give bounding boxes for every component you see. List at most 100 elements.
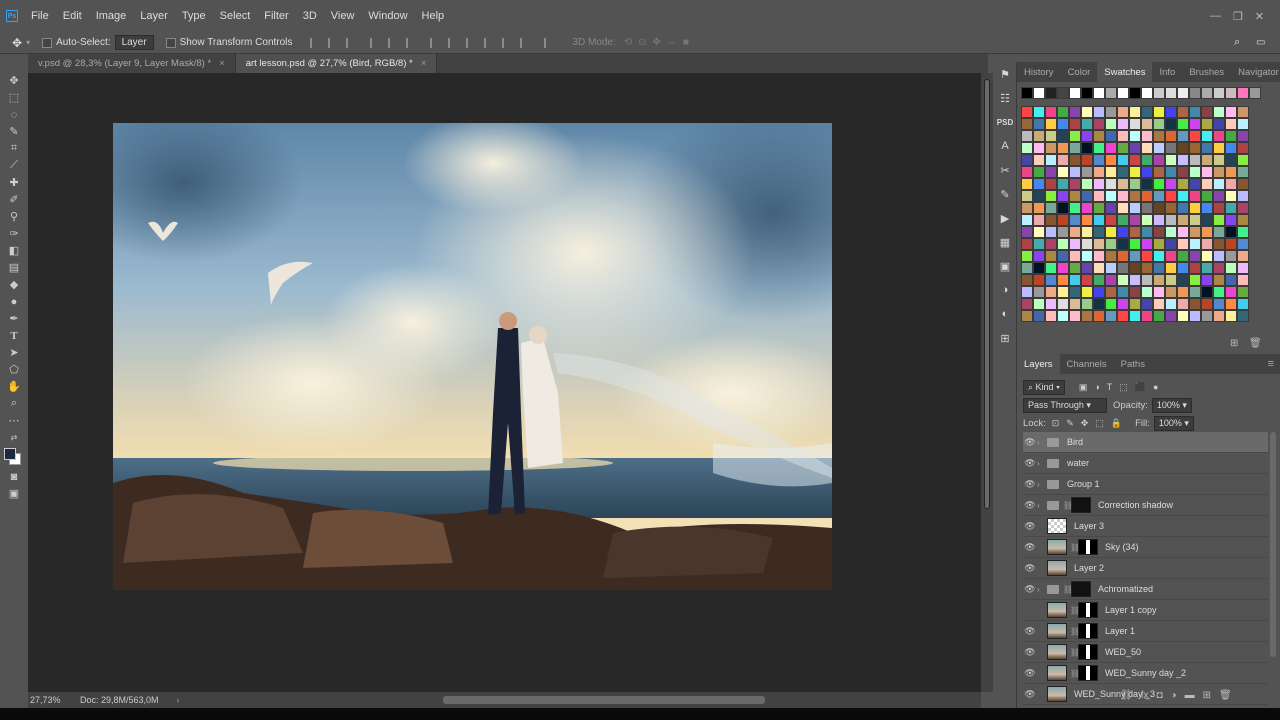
auto-select-option[interactable]: Auto-Select: (42, 37, 111, 48)
menu-3d[interactable]: 3D (296, 10, 324, 22)
foreground-color-swatch[interactable] (4, 448, 16, 460)
color-swatch[interactable] (1237, 130, 1249, 142)
layer-row[interactable]: 👁 ⛓ Layer 1 (1023, 621, 1268, 642)
color-swatch[interactable] (1141, 250, 1153, 262)
color-swatch[interactable] (1069, 286, 1081, 298)
color-swatch[interactable] (1165, 202, 1177, 214)
color-swatch[interactable] (1105, 202, 1117, 214)
adjustments-icon[interactable]: ◑ (993, 278, 1017, 302)
styles-icon[interactable]: ◐ (993, 302, 1017, 326)
recent-swatch[interactable] (1141, 87, 1153, 99)
color-swatch[interactable] (1153, 202, 1165, 214)
color-swatch[interactable] (1177, 310, 1189, 322)
color-swatch[interactable] (1153, 214, 1165, 226)
color-swatch[interactable] (1093, 214, 1105, 226)
color-swatch[interactable] (1069, 238, 1081, 250)
color-swatch[interactable] (1165, 178, 1177, 190)
color-swatch[interactable] (1033, 166, 1045, 178)
color-swatch[interactable] (1153, 310, 1165, 322)
color-swatch[interactable] (1225, 190, 1237, 202)
color-swatch[interactable] (1141, 178, 1153, 190)
color-swatch[interactable] (1165, 214, 1177, 226)
color-swatch[interactable] (1213, 238, 1225, 250)
color-swatch[interactable] (1225, 106, 1237, 118)
color-swatch[interactable] (1213, 262, 1225, 274)
color-swatch[interactable] (1165, 106, 1177, 118)
color-swatch[interactable] (1165, 166, 1177, 178)
color-swatch[interactable] (1093, 154, 1105, 166)
color-swatch[interactable] (1129, 166, 1141, 178)
color-swatch[interactable] (1117, 142, 1129, 154)
color-swatch[interactable] (1189, 154, 1201, 166)
layer-row[interactable]: 👁 Layer 3 (1023, 516, 1268, 537)
layer-visibility-eye-icon[interactable]: 👁 (1023, 479, 1037, 490)
eraser-tool-icon[interactable]: ◧ (0, 242, 28, 259)
layer-visibility-eye-icon[interactable]: 👁 (1023, 689, 1037, 700)
color-swatch[interactable] (1105, 238, 1117, 250)
move-tool-icon[interactable]: ✥ (12, 36, 22, 50)
color-swatch[interactable] (1225, 130, 1237, 142)
color-swatch[interactable] (1153, 118, 1165, 130)
color-swatch[interactable] (1021, 250, 1033, 262)
color-swatch[interactable] (1045, 262, 1057, 274)
color-swatch[interactable] (1033, 118, 1045, 130)
color-swatch[interactable] (1045, 250, 1057, 262)
color-swatch[interactable] (1069, 154, 1081, 166)
recent-swatch[interactable] (1153, 87, 1165, 99)
color-swatch[interactable] (1189, 262, 1201, 274)
color-swatch[interactable] (1105, 310, 1117, 322)
color-swatch[interactable] (1117, 118, 1129, 130)
color-swatch[interactable] (1225, 214, 1237, 226)
color-swatch[interactable] (1045, 178, 1057, 190)
group-expand-arrow-icon[interactable]: › (1037, 480, 1047, 489)
color-swatch[interactable] (1117, 262, 1129, 274)
color-swatch[interactable] (1057, 190, 1069, 202)
color-swatch[interactable] (1213, 274, 1225, 286)
color-swatch[interactable] (1177, 142, 1189, 154)
color-swatch[interactable] (1069, 202, 1081, 214)
document-image[interactable] (113, 123, 832, 590)
distribute-vcenter-icon[interactable] (448, 37, 458, 48)
layer-row[interactable]: 👁 Layer 2 (1023, 558, 1268, 579)
layer-filter-icons[interactable]: ▣◑T⬚⬛● (1079, 382, 1166, 393)
color-swatch[interactable] (1057, 130, 1069, 142)
color-swatch[interactable] (1213, 178, 1225, 190)
color-swatch[interactable] (1129, 118, 1141, 130)
color-swatch[interactable] (1057, 310, 1069, 322)
color-swatch[interactable] (1045, 130, 1057, 142)
restore-icon[interactable]: ❐ (1233, 10, 1243, 23)
color-swatch[interactable] (1165, 274, 1177, 286)
layer-mask-thumbnail[interactable] (1078, 644, 1098, 660)
color-swatch[interactable] (1129, 214, 1141, 226)
color-swatch[interactable] (1057, 298, 1069, 310)
layer-visibility-eye-icon[interactable]: 👁 (1023, 626, 1037, 637)
history-brush-tool-icon[interactable]: ✑ (0, 225, 28, 242)
layer-visibility-eye-icon[interactable]: 👁 (1023, 458, 1037, 469)
color-swatch[interactable] (1129, 286, 1141, 298)
color-swatch[interactable] (1225, 274, 1237, 286)
color-swatch[interactable] (1021, 106, 1033, 118)
color-swatch[interactable] (1069, 190, 1081, 202)
color-swatch[interactable] (1093, 262, 1105, 274)
color-swatch[interactable] (1117, 154, 1129, 166)
color-swatch[interactable] (1045, 202, 1057, 214)
mask-link-icon[interactable]: ⛓ (1070, 669, 1080, 678)
color-swatch[interactable] (1153, 142, 1165, 154)
color-swatch[interactable] (1117, 214, 1129, 226)
recent-swatch[interactable] (1249, 87, 1261, 99)
tab-swatches[interactable]: Swatches (1097, 62, 1153, 82)
fill-field[interactable]: 100% ▾ (1153, 416, 1194, 431)
color-swatch[interactable] (1165, 262, 1177, 274)
color-swatch[interactable] (1129, 310, 1141, 322)
brush-tool-icon[interactable]: ✐ (0, 191, 28, 208)
color-swatch[interactable] (1189, 298, 1201, 310)
color-swatch[interactable] (1021, 274, 1033, 286)
color-swatch[interactable] (1033, 274, 1045, 286)
color-swatch[interactable] (1141, 286, 1153, 298)
layers-scroll-thumb[interactable] (1270, 432, 1276, 657)
color-swatch[interactable] (1141, 202, 1153, 214)
color-swatch[interactable] (1069, 262, 1081, 274)
color-swatch[interactable] (1189, 286, 1201, 298)
color-swatch[interactable] (1081, 178, 1093, 190)
color-swatch[interactable] (1021, 214, 1033, 226)
